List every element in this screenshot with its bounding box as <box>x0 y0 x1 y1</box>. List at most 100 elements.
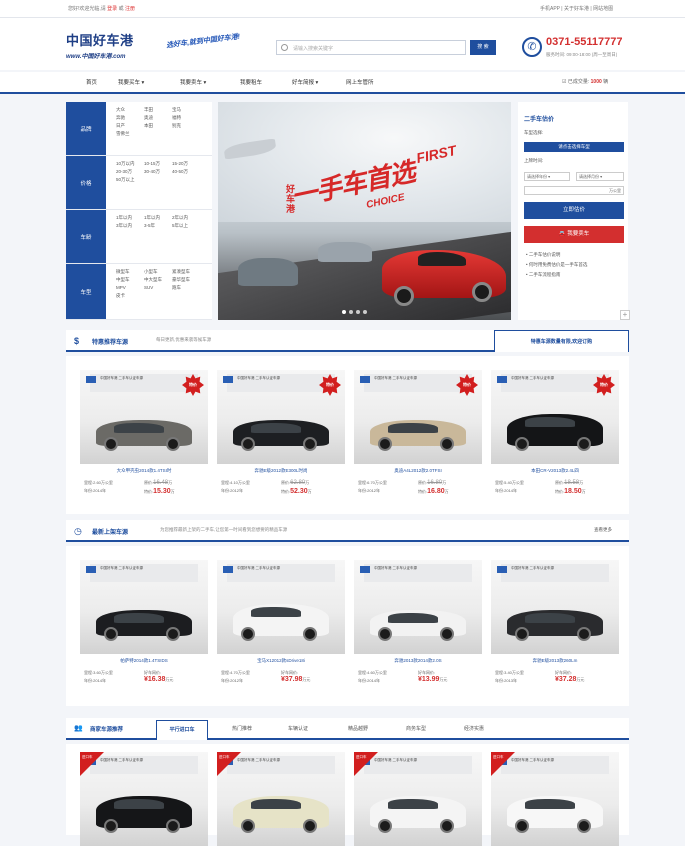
tab-parallel-import[interactable]: 平行进口车 <box>156 720 208 740</box>
sell-car-button[interactable]: 🚘 我要卖车 <box>524 226 624 243</box>
car-card[interactable]: 中国好车港 二手车认证车源 帕萨特2014款1.4TSIDS 里程:3.60万公里年… <box>80 560 208 700</box>
car-name[interactable]: 大众甲壳虫2014款1.4TSI时 <box>80 468 208 474</box>
top-links[interactable]: 手机APP | 关于好车港 | 网站地图 <box>540 5 613 12</box>
car-photo[interactable]: 中国好车港 二手车认证车源 <box>217 560 345 654</box>
filter-option[interactable]: 中大型车 <box>144 276 172 284</box>
tab-hot[interactable]: 热门推荐 <box>232 725 252 732</box>
filter-option[interactable]: MPV <box>116 284 144 292</box>
car-name[interactable]: 奔驰E级2012款E300L时尚 <box>217 468 345 474</box>
filter-option[interactable]: 小型车 <box>144 268 172 276</box>
tab-offroad[interactable]: 精品越野 <box>348 725 368 732</box>
car-card[interactable]: 中国好车港 二手车认证车源 进口车 <box>491 752 619 846</box>
tab-economy[interactable]: 经济实惠 <box>464 725 484 732</box>
car-photo[interactable]: 中国好车港 二手车认证车源 特价 <box>491 370 619 464</box>
carousel-dot[interactable] <box>363 310 367 314</box>
filter-option[interactable]: 30-40万 <box>144 168 172 176</box>
register-link[interactable]: 注册 <box>125 6 135 12</box>
car-card[interactable]: 中国好车港 二手车认证车源 进口车 <box>354 752 482 846</box>
car-photo[interactable]: 中国好车港 二手车认证车源 特价 <box>354 370 482 464</box>
filter-option[interactable]: 本田 <box>144 122 172 130</box>
search-input[interactable]: 请输入搜索关键字 <box>276 40 466 55</box>
login-link[interactable]: 登录 <box>107 6 117 12</box>
nav-sell-car[interactable]: 我要卖车 ▾ <box>180 78 206 86</box>
filter-option[interactable]: 紧凑型车 <box>172 268 200 276</box>
car-name[interactable]: 奥迪A4L2012款2.0TFSI <box>354 468 482 474</box>
car-card[interactable]: 中国好车港 二手车认证车源 奔驰2013款2014款2.0S 里程:4.60万公里年… <box>354 560 482 700</box>
car-name[interactable]: 帕萨特2014款1.4TSIDS <box>80 658 208 664</box>
nav-rent-car[interactable]: 我要租车 <box>240 78 262 86</box>
featured-tab[interactable]: 特惠车源数量有限,欢迎订购 <box>494 330 629 352</box>
search-button[interactable]: 搜 索 <box>470 40 496 55</box>
filter-option[interactable]: 5年以上 <box>172 222 200 230</box>
filter-option[interactable]: 15-20万 <box>172 160 200 168</box>
car-photo[interactable]: 中国好车港 二手车认证车源 进口车 <box>80 752 208 846</box>
filter-option[interactable]: 微型车 <box>116 268 144 276</box>
car-photo[interactable]: 中国好车港 二手车认证车源 <box>354 560 482 654</box>
car-card[interactable]: 中国好车港 二手车认证车源 奔驰E级2013款260Lm 里程:3.40万公里 年份:… <box>491 560 619 700</box>
hero-banner[interactable]: 好车港 一手车首选 FIRST CHOICE <box>218 102 511 320</box>
car-photo[interactable]: 中国好车港 二手车认证车源 特价 <box>217 370 345 464</box>
nav-online-dmv[interactable]: 网上车管所 <box>346 78 374 86</box>
filter-option[interactable]: 50万以上 <box>116 176 144 184</box>
car-card[interactable]: 中国好车港 二手车认证车源 特价 本田CR-V2013款2.4L四 里程:5.40万公… <box>491 370 619 510</box>
car-photo[interactable]: 中国好车港 二手车认证车源 进口车 <box>354 752 482 846</box>
car-card[interactable]: 中国好车港 二手车认证车源 进口车 <box>80 752 208 846</box>
filter-option[interactable]: 3年以内 <box>116 222 144 230</box>
filter-option[interactable]: 40-50万 <box>172 168 200 176</box>
filter-option[interactable]: 3-5年 <box>144 222 172 230</box>
car-name[interactable]: 宝马X12012款sDrive18i <box>217 658 345 664</box>
tip-item[interactable]: • 何时用免费估价是一手车首选 <box>526 262 587 268</box>
site-logo[interactable]: 中国好车港 www.中国好车港.com <box>66 30 134 60</box>
car-card[interactable]: 中国好车港 二手车认证车源 特价 奔驰E级2012款E300L时尚 里程:4.10万公… <box>217 370 345 510</box>
filter-option[interactable]: 2年以内 <box>172 214 200 222</box>
carousel-dot[interactable] <box>349 310 353 314</box>
filter-option[interactable]: 1年以内 <box>144 214 172 222</box>
filter-option[interactable]: 别克 <box>172 122 200 130</box>
filter-option[interactable]: 日产 <box>116 122 144 130</box>
tab-business[interactable]: 商务车型 <box>406 725 426 732</box>
estimate-button[interactable]: 立即估价 <box>524 202 624 219</box>
month-select[interactable]: 请选择月份 ▾ <box>576 172 624 181</box>
car-card[interactable]: 中国好车港 二手车认证车源 特价 奥迪A4L2012款2.0TFSI 里程:6.70万… <box>354 370 482 510</box>
mileage-input[interactable]: 万公里 <box>524 186 624 195</box>
filter-option[interactable]: 丰田 <box>144 106 172 114</box>
tip-item[interactable]: • 二手车估价说明 <box>526 252 560 258</box>
nav-home[interactable]: 首页 <box>86 78 97 86</box>
car-name[interactable]: 奔驰E级2013款260Lm <box>491 658 619 664</box>
filter-option[interactable]: 大众 <box>116 106 144 114</box>
filter-option[interactable]: 奥迪 <box>144 114 172 122</box>
carousel-dot[interactable] <box>356 310 360 314</box>
car-name[interactable]: 奔驰2013款2014款2.0S <box>354 658 482 664</box>
car-card[interactable]: 中国好车港 二手车认证车源 进口车 <box>217 752 345 846</box>
filter-option[interactable]: 雪佛兰 <box>116 130 144 138</box>
carousel-dot[interactable] <box>342 310 346 314</box>
car-photo[interactable]: 中国好车港 二手车认证车源 进口车 <box>491 752 619 846</box>
filter-option[interactable]: 中型车 <box>116 276 144 284</box>
car-name[interactable]: 本田CR-V2013款2.4L四 <box>491 468 619 474</box>
tip-item[interactable]: • 二手车流程指南 <box>526 272 560 278</box>
car-photo[interactable]: 中国好车港 二手车认证车源 <box>491 560 619 654</box>
filter-option[interactable]: 10万以内 <box>116 160 144 168</box>
filter-option[interactable]: 跑车 <box>172 284 200 292</box>
nav-news[interactable]: 好车简报 ▾ <box>292 78 318 86</box>
filter-option[interactable]: 宝马 <box>172 106 200 114</box>
filter-option[interactable]: 豪华型车 <box>172 276 200 284</box>
filter-option[interactable]: 福特 <box>172 114 200 122</box>
plus-icon[interactable]: + <box>620 310 630 320</box>
filter-option[interactable]: 20-30万 <box>116 168 144 176</box>
year-select[interactable]: 请选择年份 ▾ <box>524 172 570 181</box>
car-card[interactable]: 中国好车港 二手车认证车源 特价 大众甲壳虫2014款1.4TSI时 里程:2.60万… <box>80 370 208 510</box>
filter-option[interactable]: 10-15万 <box>144 160 172 168</box>
more-link[interactable]: 查看更多 <box>594 527 612 533</box>
tab-certified[interactable]: 车辆认证 <box>288 725 308 732</box>
filter-option[interactable]: 奔驰 <box>116 114 144 122</box>
filter-option[interactable]: 1年以内 <box>116 214 144 222</box>
filter-option[interactable]: 皮卡 <box>116 292 144 300</box>
car-photo[interactable]: 中国好车港 二手车认证车源 <box>80 560 208 654</box>
car-photo[interactable]: 中国好车港 二手车认证车源 进口车 <box>217 752 345 846</box>
carousel-dots[interactable] <box>342 310 370 316</box>
nav-buy-car[interactable]: 我要买车 ▾ <box>118 78 144 86</box>
car-card[interactable]: 中国好车港 二手车认证车源 宝马X12012款sDrive18i 里程:4.70万公… <box>217 560 345 700</box>
car-photo[interactable]: 中国好车港 二手车认证车源 特价 <box>80 370 208 464</box>
brand-select[interactable]: 请点击选择车型 <box>524 142 624 152</box>
